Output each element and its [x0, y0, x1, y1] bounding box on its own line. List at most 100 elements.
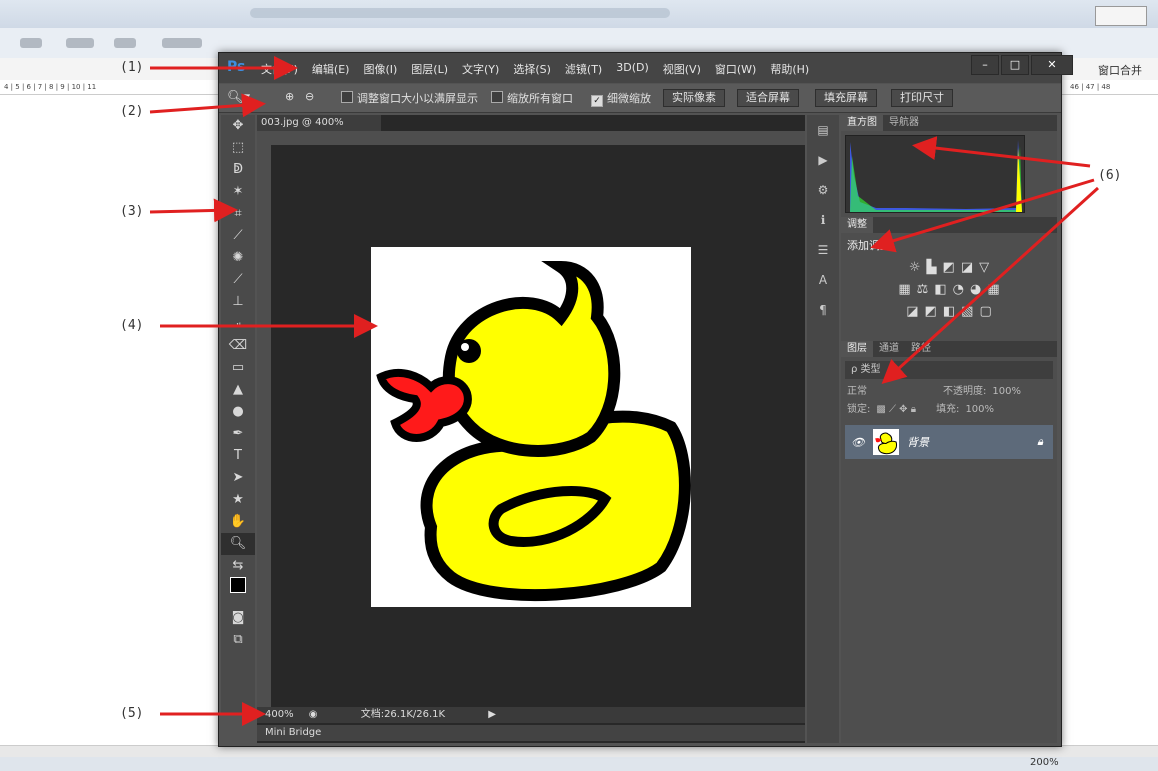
hand-tool-icon[interactable]: ✋ [221, 511, 255, 533]
merge-window-label[interactable]: 窗口合并 [1098, 62, 1142, 78]
vibrance-icon[interactable]: ▽ [979, 257, 989, 279]
lock-icons[interactable]: ▩ ⟋ ✥ 🔒︎ [876, 401, 916, 419]
tab-navigator[interactable]: 导航器 [883, 115, 925, 131]
menu-view[interactable]: 视图(V) [663, 61, 701, 77]
menu-select[interactable]: 选择(S) [513, 61, 551, 77]
fill-value[interactable]: 100% [965, 401, 994, 419]
word-statusbar: 200% [0, 757, 1158, 771]
eraser-tool-icon[interactable]: ⌫ [221, 335, 255, 357]
type-tool-icon[interactable]: T [221, 445, 255, 467]
zoom-tool-icon[interactable]: 🔍︎▾ [227, 90, 250, 105]
gradient-map-icon[interactable]: ▧ [961, 301, 973, 323]
tab-layers[interactable]: 图层 [841, 341, 873, 357]
scrubby-zoom-option[interactable]: ✓ 细微缩放 [591, 90, 651, 107]
maximize-button[interactable]: □ [1001, 55, 1029, 75]
menu-window[interactable]: 窗口(W) [715, 61, 756, 77]
brush-tool-icon[interactable]: ⟋ [221, 269, 255, 291]
print-size-button[interactable]: 打印尺寸 [891, 89, 953, 107]
shape-tool-icon[interactable]: ★ [221, 489, 255, 511]
zoom-all-checkbox[interactable] [491, 91, 503, 103]
tab-channels[interactable]: 通道 [873, 341, 905, 357]
gradient-tool-icon[interactable]: ▭ [221, 357, 255, 379]
mini-bridge-bar[interactable]: Mini Bridge [257, 725, 805, 741]
selective-color-icon[interactable]: ▢ [979, 301, 991, 323]
pen-tool-icon[interactable]: ✒ [221, 423, 255, 445]
tab-adjustments[interactable]: 调整 [841, 217, 873, 233]
menu-help[interactable]: 帮助(H) [770, 61, 809, 77]
photo-filter-icon[interactable]: ◔ [953, 279, 964, 301]
zoom-in-icon[interactable]: ⊕ [285, 90, 294, 103]
path-selection-tool-icon[interactable]: ➤ [221, 467, 255, 489]
zoom-out-icon[interactable]: ⊖ [305, 90, 314, 103]
layer-background[interactable]: 👁︎ 背景 🔒︎ [845, 425, 1053, 459]
menu-items: 文件(F) 编辑(E) 图像(I) 图层(L) 文字(Y) 选择(S) 滤镜(T… [261, 61, 809, 77]
lookup-icon[interactable]: ▦ [987, 279, 999, 301]
curves-icon[interactable]: ◩ [943, 257, 955, 279]
quick-mask-icon[interactable]: ◙ [221, 607, 255, 629]
clone-stamp-tool-icon[interactable]: ⊥ [221, 291, 255, 313]
document-status-bar: 400% ◉ 文档:26.1K/26.1K ▶ [257, 707, 805, 723]
move-tool-icon[interactable]: ✥ [221, 115, 255, 137]
image-canvas[interactable] [371, 247, 691, 607]
properties-panel-icon[interactable]: ⚙ [807, 175, 839, 205]
screen-mode-icon[interactable]: ⧉ [221, 629, 255, 651]
brightness-icon[interactable]: ☼ [909, 257, 921, 279]
menu-image[interactable]: 图像(I) [363, 61, 397, 77]
resize-windows-option[interactable]: 调整窗口大小以满屏显示 [341, 90, 478, 106]
invert-icon[interactable]: ◪ [906, 301, 918, 323]
opacity-value[interactable]: 100% [992, 383, 1021, 401]
status-info-icon[interactable]: ◉ [309, 709, 318, 720]
info-panel-icon[interactable]: ℹ [807, 205, 839, 235]
menu-3d[interactable]: 3D(D) [616, 61, 649, 77]
hue-icon[interactable]: ▦ [898, 279, 910, 301]
menu-filter[interactable]: 滤镜(T) [565, 61, 602, 77]
close-button[interactable]: ✕ [1031, 55, 1073, 75]
status-menu-arrow-icon[interactable]: ▶ [488, 709, 496, 720]
doc-size-info: 文档:26.1K/26.1K [360, 709, 446, 720]
document-tab[interactable]: 003.jpg @ 400%(RGB/8#) × [257, 115, 381, 144]
doc-zoom-level[interactable]: 400% [265, 709, 294, 720]
zoom-tool-icon[interactable]: 🔍︎ [221, 533, 255, 555]
fill-screen-button[interactable]: 填充屏幕 [815, 89, 877, 107]
posterize-icon[interactable]: ◩ [925, 301, 937, 323]
swap-colors-icon[interactable]: ⇆ [221, 555, 255, 577]
menu-layer[interactable]: 图层(L) [411, 61, 448, 77]
character-panel-icon[interactable]: A [807, 265, 839, 295]
history-brush-tool-icon[interactable]: ⟓ [221, 313, 255, 335]
menu-file[interactable]: 文件(F) [261, 61, 298, 77]
healing-brush-tool-icon[interactable]: ✺ [221, 247, 255, 269]
marquee-tool-icon[interactable]: ⬚ [221, 137, 255, 159]
tab-histogram[interactable]: 直方图 [841, 115, 883, 131]
layer-thumbnail [872, 429, 899, 455]
magic-wand-tool-icon[interactable]: ✶ [221, 181, 255, 203]
lasso-tool-icon[interactable]: ↁ [221, 159, 255, 181]
balance-icon[interactable]: ⚖ [917, 279, 929, 301]
history-panel-icon[interactable]: ▤ [807, 115, 839, 145]
menu-type[interactable]: 文字(Y) [462, 61, 499, 77]
paragraph-panel-icon[interactable]: ¶ [807, 295, 839, 325]
scrubby-zoom-checkbox[interactable]: ✓ [591, 95, 603, 107]
crop-tool-icon[interactable]: ⌗ [221, 203, 255, 225]
blur-tool-icon[interactable]: ▲ [221, 379, 255, 401]
bw-icon[interactable]: ◧ [934, 279, 946, 301]
resize-windows-checkbox[interactable] [341, 91, 353, 103]
exposure-icon[interactable]: ◪ [961, 257, 973, 279]
zoom-all-option[interactable]: 缩放所有窗口 [491, 90, 573, 106]
blend-mode-select[interactable]: 正常 [847, 383, 867, 401]
layer-filter[interactable]: ρ 类型 [845, 361, 1053, 379]
tab-paths[interactable]: 路径 [905, 341, 937, 357]
eyedropper-tool-icon[interactable]: ⟋ [221, 225, 255, 247]
color-swatches-icon[interactable] [221, 577, 255, 607]
layer-comps-icon[interactable]: ☰ [807, 235, 839, 265]
threshold-icon[interactable]: ◧ [943, 301, 955, 323]
word-window-controls[interactable] [1095, 6, 1147, 26]
actual-pixels-button[interactable]: 实际像素 [663, 89, 725, 107]
mixer-icon[interactable]: ◕ [970, 279, 981, 301]
levels-icon[interactable]: ▙ [927, 257, 937, 279]
minimize-button[interactable]: – [971, 55, 999, 75]
dodge-tool-icon[interactable]: ● [221, 401, 255, 423]
actions-panel-icon[interactable]: ▶ [807, 145, 839, 175]
fit-screen-button[interactable]: 适合屏幕 [737, 89, 799, 107]
menu-edit[interactable]: 编辑(E) [312, 61, 350, 77]
visibility-eye-icon[interactable]: 👁︎ [851, 436, 865, 449]
